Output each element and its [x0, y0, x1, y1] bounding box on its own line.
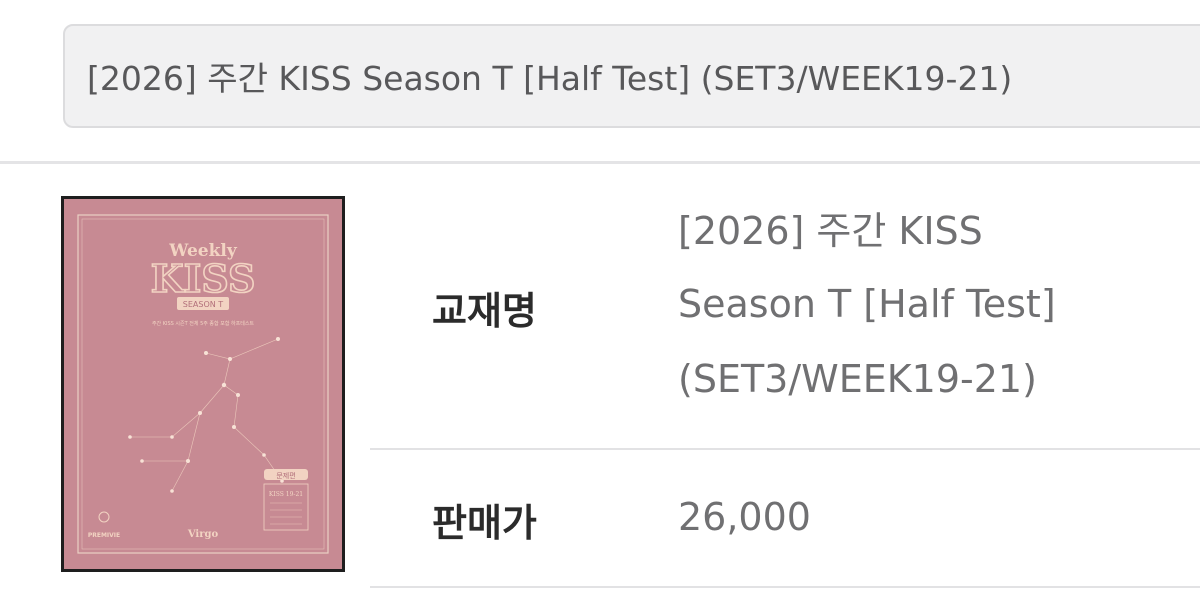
cover-subtitle: 주간 KISS 시즌T 전체 5주 종합 포함 하프테스트: [152, 320, 254, 327]
cover-badge: SEASON T: [183, 300, 224, 309]
price-value: 26,000: [678, 495, 811, 539]
cover-main-word: KISS: [151, 256, 256, 301]
book-cover-image[interactable]: Weekly KISS SEASON T 주간 KISS 시즌T 전체 5주 종…: [61, 196, 345, 572]
top-divider: [0, 161, 1200, 164]
cover-side-title: KISS 19-21: [269, 491, 303, 498]
publisher-logo-icon: [98, 511, 110, 523]
cover-publisher: PREMIVIE: [88, 532, 120, 539]
book-cover-art: Weekly KISS SEASON T 주간 KISS 시즌T 전체 5주 종…: [77, 214, 329, 554]
constellation-lines: [130, 338, 283, 492]
name-label: 교재명: [432, 289, 537, 333]
name-value-line-2: Season T [Half Test]: [678, 282, 1056, 326]
cover-side-badge: 문제편: [276, 471, 295, 480]
title-field-text: [2026] 주간 KISS Season T [Half Test] (SET…: [87, 59, 1013, 98]
constellation-stars: [128, 337, 284, 493]
bottom-divider: [370, 586, 1200, 588]
name-value-line-1: [2026] 주간 KISS: [678, 209, 983, 253]
row-divider: [370, 448, 1200, 450]
price-label: 판매가: [432, 501, 537, 545]
name-value-line-3: (SET3/WEEK19-21): [678, 357, 1037, 401]
title-field[interactable]: [2026] 주간 KISS Season T [Half Test] (SET…: [63, 24, 1200, 128]
cover-constellation-name: Virgo: [187, 529, 219, 540]
cover-side-lines: [270, 502, 302, 525]
